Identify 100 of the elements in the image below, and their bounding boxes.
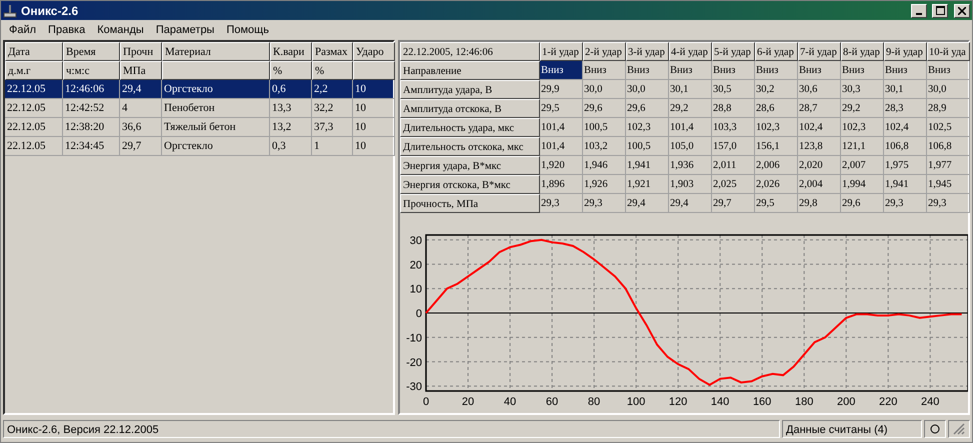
table-cell[interactable]: Вниз bbox=[798, 61, 841, 80]
table-cell: 1,896 bbox=[540, 175, 583, 194]
column-header[interactable]: Ударо bbox=[353, 42, 395, 61]
table-cell: 30,3 bbox=[841, 80, 884, 99]
table-cell: 156,1 bbox=[755, 137, 798, 156]
menu-item[interactable]: Команды bbox=[91, 24, 150, 36]
record-row[interactable]: 22.12.05 12:34:45 29,7 Оргстекло 0,3 1 10 bbox=[5, 137, 393, 156]
table-cell: Тяжелый бетон bbox=[162, 118, 270, 137]
axis-label: 180 bbox=[794, 396, 814, 408]
table-cell: 1,946 bbox=[583, 156, 626, 175]
table-cell[interactable]: Вниз bbox=[583, 61, 626, 80]
table-cell[interactable]: Вниз bbox=[841, 61, 884, 80]
table-cell[interactable]: Вниз bbox=[626, 61, 669, 80]
column-header[interactable]: Время bbox=[63, 42, 120, 61]
column-header[interactable]: 7-й удар bbox=[798, 42, 841, 61]
unit-header: д.м.г bbox=[5, 61, 63, 80]
table-cell: 1,945 bbox=[927, 175, 970, 194]
menu-item[interactable]: Параметры bbox=[150, 24, 220, 36]
table-cell: 22.12.05 bbox=[5, 118, 63, 137]
table-cell: 29,7 bbox=[712, 194, 755, 213]
table-cell[interactable]: Вниз bbox=[712, 61, 755, 80]
table-cell: 1,903 bbox=[669, 175, 712, 194]
unit-header: % bbox=[270, 61, 312, 80]
table-cell[interactable]: Вниз bbox=[669, 61, 712, 80]
table-cell: 102,3 bbox=[755, 118, 798, 137]
axis-label: 140 bbox=[710, 396, 730, 408]
table-cell: 1,920 bbox=[540, 156, 583, 175]
table-cell: 102,4 bbox=[798, 118, 841, 137]
table-cell: 102,3 bbox=[841, 118, 884, 137]
row-header: Длительность отскока, мкс bbox=[400, 137, 540, 156]
column-header[interactable]: 2-й удар bbox=[583, 42, 626, 61]
table-cell: 105,0 bbox=[669, 137, 712, 156]
column-header[interactable]: 4-й удар bbox=[669, 42, 712, 61]
table-cell: 29,7 bbox=[120, 137, 162, 156]
record-row[interactable]: 22.12.05 12:46:06 29,4 Оргстекло 0,6 2,2 10 bbox=[5, 80, 393, 99]
table-cell: 106,8 bbox=[927, 137, 970, 156]
row-header: Прочность, МПа bbox=[400, 194, 540, 213]
table-cell: 1 bbox=[312, 137, 353, 156]
table-cell: 1,936 bbox=[669, 156, 712, 175]
row-header: Длительность удара, мкс bbox=[400, 118, 540, 137]
table-cell: 0,6 bbox=[270, 80, 312, 99]
column-header[interactable]: К.вари bbox=[270, 42, 312, 61]
record-row[interactable]: 22.12.05 12:42:52 4 Пенобетон 13,3 32,2 10 bbox=[5, 99, 393, 118]
axis-label: 60 bbox=[546, 396, 558, 408]
column-header[interactable]: 5-й удар bbox=[712, 42, 755, 61]
record-row[interactable]: 22.12.05 12:38:20 36,6 Тяжелый бетон 13,2 37,3 10 bbox=[5, 118, 393, 137]
column-header[interactable]: 6-й удар bbox=[755, 42, 798, 61]
table-cell[interactable]: Вниз bbox=[927, 61, 970, 80]
table-cell: 2,2 bbox=[312, 80, 353, 99]
unit-header: МПа bbox=[120, 61, 162, 80]
table-cell: 103,3 bbox=[712, 118, 755, 137]
close-button[interactable] bbox=[954, 4, 970, 18]
axis-label: 40 bbox=[504, 396, 516, 408]
close-icon bbox=[958, 6, 966, 14]
column-header[interactable]: Прочн bbox=[120, 42, 162, 61]
axis-label: 240 bbox=[921, 396, 940, 408]
table-cell: 121,1 bbox=[841, 137, 884, 156]
table-cell: 30,5 bbox=[712, 80, 755, 99]
table-cell: 29,6 bbox=[841, 194, 884, 213]
axis-label: -10 bbox=[406, 332, 422, 344]
window-title: Оникс-2.6 bbox=[21, 4, 80, 18]
table-cell: 29,3 bbox=[884, 194, 927, 213]
maximize-button[interactable] bbox=[932, 4, 948, 18]
row-header: Амплитуда удара, В bbox=[400, 80, 540, 99]
column-header[interactable]: Материал bbox=[162, 42, 270, 61]
table-cell: 10 bbox=[353, 99, 395, 118]
menu-item[interactable]: Правка bbox=[42, 24, 92, 36]
column-header[interactable]: Дата bbox=[5, 42, 63, 61]
table-cell: 12:42:52 bbox=[63, 99, 120, 118]
axis-label: 100 bbox=[626, 396, 646, 408]
table-cell[interactable]: Вниз bbox=[540, 61, 583, 80]
menu-item[interactable]: Файл bbox=[3, 24, 42, 36]
column-header[interactable]: 1-й удар bbox=[540, 42, 583, 61]
row-header: Направление bbox=[400, 61, 540, 80]
minimize-button[interactable] bbox=[911, 4, 927, 18]
axis-label: 120 bbox=[668, 396, 688, 408]
axis-label: 10 bbox=[410, 284, 422, 296]
table-cell[interactable]: Вниз bbox=[884, 61, 927, 80]
table-cell: 29,3 bbox=[540, 194, 583, 213]
table-cell[interactable]: Вниз bbox=[755, 61, 798, 80]
table-cell: 22.12.05 bbox=[5, 99, 63, 118]
record-caption: 22.12.2005, 12:46:06 bbox=[400, 42, 540, 61]
table-cell: 29,4 bbox=[626, 194, 669, 213]
row-header: Энергия удара, В*мкс bbox=[400, 156, 540, 175]
column-header[interactable]: 9-й удар bbox=[884, 42, 927, 61]
menu-item[interactable]: Помощь bbox=[220, 24, 275, 36]
column-header[interactable]: 10-й уда bbox=[927, 42, 970, 61]
table-cell: 29,6 bbox=[626, 99, 669, 118]
table-cell: 2,007 bbox=[841, 156, 884, 175]
column-header[interactable]: 8-й удар bbox=[841, 42, 884, 61]
table-cell: 13,2 bbox=[270, 118, 312, 137]
column-header[interactable]: Размах bbox=[312, 42, 353, 61]
table-cell: 29,3 bbox=[583, 194, 626, 213]
axis-label: 160 bbox=[752, 396, 772, 408]
table-cell: 29,8 bbox=[798, 194, 841, 213]
column-header[interactable]: 3-й удар bbox=[626, 42, 669, 61]
table-cell: 29,9 bbox=[540, 80, 583, 99]
table-cell: 28,8 bbox=[712, 99, 755, 118]
resize-grip-icon[interactable] bbox=[953, 422, 965, 434]
table-cell: 2,025 bbox=[712, 175, 755, 194]
